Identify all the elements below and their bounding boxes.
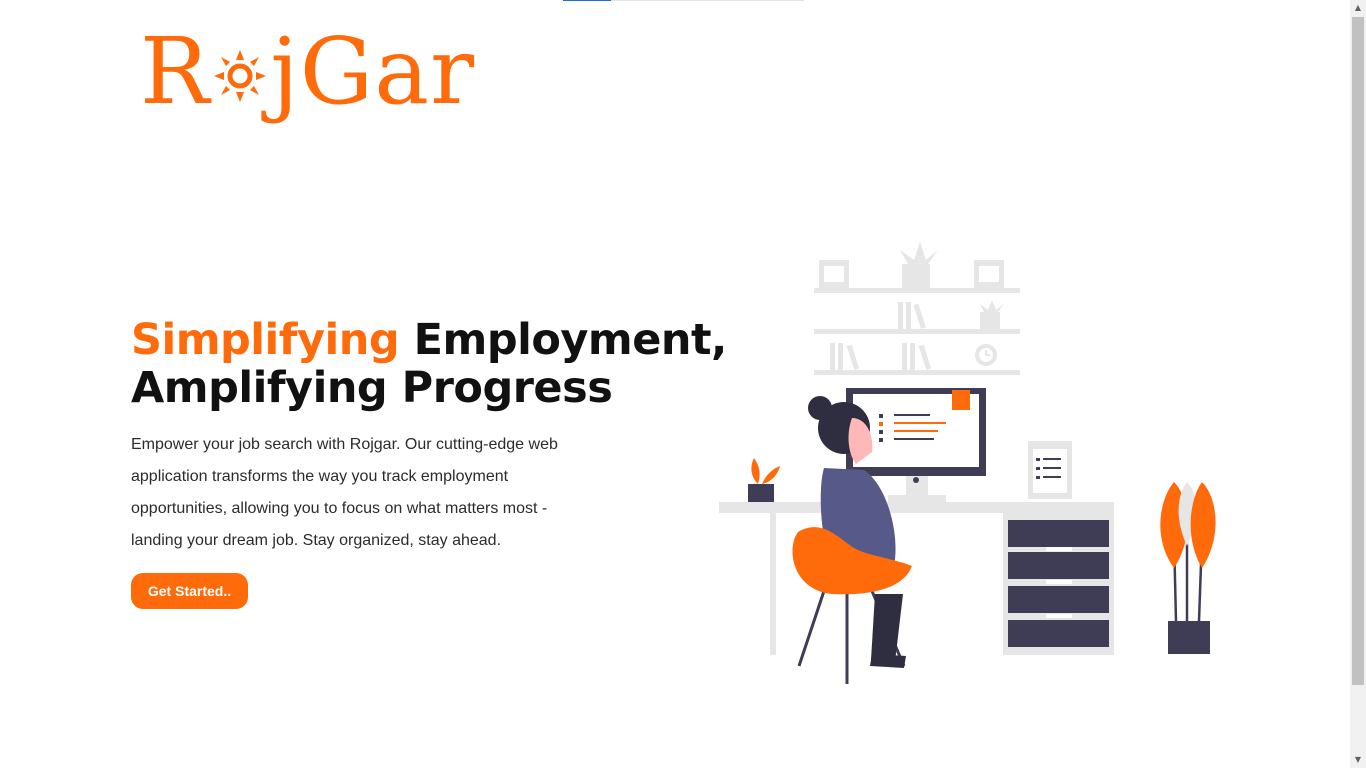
scroll-down-arrow-icon[interactable]: ▼ [1350, 752, 1366, 768]
rojgar-logo[interactable]: R jGar [140, 22, 475, 122]
logo-letter-r: R [140, 18, 211, 125]
page-load-progress-fill [563, 0, 612, 1]
logo-letters-jgar: jGar [270, 18, 476, 125]
hero-title: Simplifying Employment, Amplifying Progr… [131, 316, 727, 412]
get-started-button[interactable]: Get Started.. [131, 573, 248, 609]
sun-icon [214, 50, 267, 102]
scrollbar-thumb[interactable] [1352, 17, 1364, 685]
desk-leg [770, 513, 776, 655]
desk-top [719, 502, 1114, 513]
shelf-items [819, 242, 1004, 370]
vertical-scrollbar[interactable]: ▲ ▼ [1350, 0, 1366, 768]
page-load-progress [563, 0, 804, 1]
desk-plant-pot [748, 484, 774, 502]
scroll-up-arrow-icon[interactable]: ▲ [1350, 0, 1366, 16]
hero-title-line2: Amplifying Progress [131, 363, 613, 413]
woman-working-at-desk-illustration [719, 242, 1216, 684]
hero-title-accent: Simplifying [131, 315, 400, 365]
hero-title-rest: Employment, [413, 315, 728, 365]
floor-plant-pot [1168, 621, 1210, 654]
hero-description: Empower your job search with Rojgar. Our… [131, 436, 558, 549]
